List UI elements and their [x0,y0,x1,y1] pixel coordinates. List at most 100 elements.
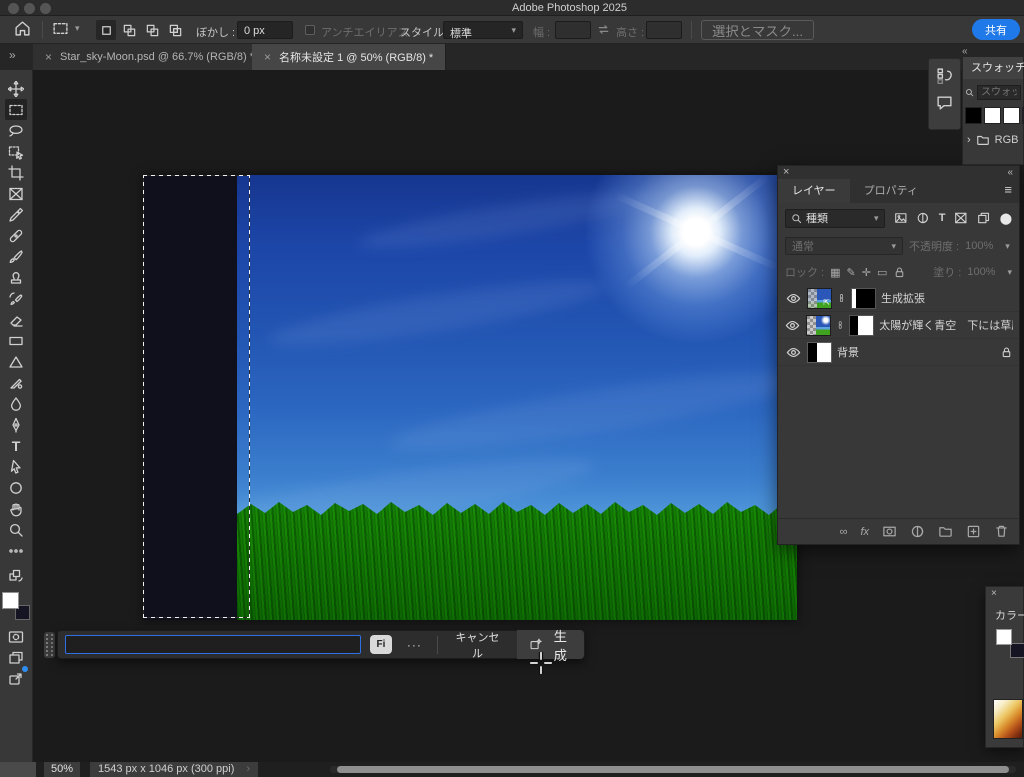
foreground-color-swatch[interactable] [2,592,19,609]
document-tab-untitled[interactable]: × 名称未設定 1 @ 50% (RGB/8) * [252,44,446,70]
filter-smart-objects-icon[interactable] [977,211,991,225]
close-panel-icon[interactable]: × [783,166,789,179]
layer-mask-thumbnail[interactable] [849,315,874,336]
layer-visibility-toggle[interactable] [784,291,802,306]
expand-tabs-chevron[interactable]: » [9,48,16,62]
lock-transparency-icon[interactable]: ▦ [830,266,840,279]
feather-input[interactable]: 0 px [237,21,293,39]
quick-mask-button[interactable] [5,626,27,647]
new-selection-mode-button[interactable] [96,20,116,40]
tool-preset-dropdown[interactable]: ▾ [52,20,80,37]
zoom-window-button[interactable] [40,3,51,14]
home-button[interactable] [14,20,31,37]
more-options-button[interactable]: ··· [401,637,428,653]
layer-name[interactable]: 背景 [837,344,859,360]
crop-tool[interactable] [5,162,27,183]
filter-pixel-layers-icon[interactable] [894,211,908,225]
close-panel-icon[interactable]: × [991,588,997,599]
intersect-selection-mode-button[interactable] [165,20,185,40]
taskbar-drag-handle[interactable] [44,632,55,658]
default-colors-button[interactable] [5,565,27,586]
scrollbar-thumb[interactable] [337,766,1009,773]
document-tab-star-sky[interactable]: × Star_sky-Moon.psd @ 66.7% (RGB/8) * [33,44,267,70]
add-selection-mode-button[interactable] [119,20,139,40]
share-button[interactable]: 共有 [972,19,1020,40]
swap-width-height-button[interactable] [596,22,611,37]
collapse-panel-icon[interactable]: « [1007,166,1013,179]
width-input[interactable] [555,21,591,39]
share-document-button[interactable] [5,668,27,689]
cancel-button[interactable]: キャンセル [447,628,508,662]
layer-row-generative-expand[interactable]: ⇱ 生成拡張 [778,285,1019,312]
swatch-white-2[interactable] [1003,107,1020,124]
zoom-level-field[interactable]: 50% [44,762,80,777]
pen-tool[interactable] [5,414,27,435]
lasso-tool[interactable] [5,120,27,141]
mask-link-icon[interactable] [836,318,844,332]
layer-filter-select[interactable]: 種類 ▾ [785,209,885,228]
filter-pin-toggle[interactable]: ⬤ [1000,212,1012,225]
document-info-field[interactable]: 1543 px x 1046 px (300 ppi) › [90,762,258,777]
new-layer-icon[interactable] [966,524,981,539]
blend-mode-select[interactable]: 通常▾ [785,237,903,255]
swatch-group-row[interactable]: › RGB [967,133,1023,147]
type-tool[interactable]: T [5,435,27,456]
new-group-icon[interactable] [938,524,953,539]
mixer-brush-tool[interactable] [5,372,27,393]
filter-shape-layers-icon[interactable] [954,211,968,225]
select-and-mask-button[interactable]: 選択とマスク... [701,20,814,40]
layer-effects-icon[interactable]: fx [860,526,869,538]
tab-layers[interactable]: レイヤー [778,179,850,203]
document-canvas[interactable] [143,175,797,620]
object-selection-tool[interactable] [5,141,27,162]
fill-value[interactable]: 100% [967,266,995,278]
layer-thumbnail[interactable] [807,342,832,363]
zoom-tool[interactable] [5,519,27,540]
swatch-black[interactable] [965,107,982,124]
firefly-button[interactable]: Fi [370,635,392,654]
lock-position-icon[interactable]: ✛ [862,266,871,279]
close-tab-icon[interactable]: × [45,50,52,64]
layer-row-sunny-sky[interactable]: 太陽が輝く青空 下には草原 [778,312,1019,339]
layer-thumbnail[interactable]: ⇱ [807,288,832,309]
ellipse-tool[interactable] [5,477,27,498]
brush-tool[interactable] [5,246,27,267]
generate-button[interactable]: 生成 [517,630,584,659]
lock-all-icon[interactable] [893,266,906,279]
horizontal-scrollbar[interactable] [330,766,1016,773]
delete-layer-icon[interactable] [994,524,1009,539]
eraser-tool[interactable] [5,309,27,330]
close-window-button[interactable] [8,3,19,14]
history-brush-tool[interactable] [5,288,27,309]
layer-row-background[interactable]: 背景 [778,339,1019,366]
lock-artboard-icon[interactable]: ▭ [877,266,887,279]
layer-name[interactable]: 生成拡張 [881,290,925,306]
screen-mode-button[interactable] [5,647,27,668]
mask-link-icon[interactable] [837,291,846,305]
minimize-window-button[interactable] [24,3,35,14]
edit-toolbar-button[interactable] [5,540,27,561]
filter-type-layers-icon[interactable]: T [939,212,946,224]
layer-thumbnail[interactable] [806,315,831,336]
eyedropper-tool[interactable] [5,204,27,225]
foreground-color-swatch[interactable] [996,629,1012,645]
swatches-search-input[interactable] [977,85,1021,100]
color-spectrum[interactable] [993,699,1023,739]
gradient-tool[interactable] [5,330,27,351]
comments-panel-button[interactable] [936,94,953,111]
antialias-checkbox[interactable] [305,25,315,35]
spot-healing-brush-tool[interactable] [5,225,27,246]
height-input[interactable] [646,21,682,39]
clone-stamp-tool[interactable] [5,267,27,288]
lock-pixels-icon[interactable]: ✎ [847,266,856,279]
history-panel-button[interactable] [936,67,953,84]
layer-mask-thumbnail[interactable] [851,288,876,309]
tab-properties[interactable]: プロパティ [850,179,932,203]
background-color-swatch[interactable] [1010,643,1024,658]
shape-tool[interactable] [5,351,27,372]
layer-visibility-toggle[interactable] [784,318,801,333]
swatches-panel-tab[interactable]: スウォッチ [963,57,1023,79]
hand-tool[interactable] [5,498,27,519]
subtract-selection-mode-button[interactable] [142,20,162,40]
blur-tool[interactable] [5,393,27,414]
